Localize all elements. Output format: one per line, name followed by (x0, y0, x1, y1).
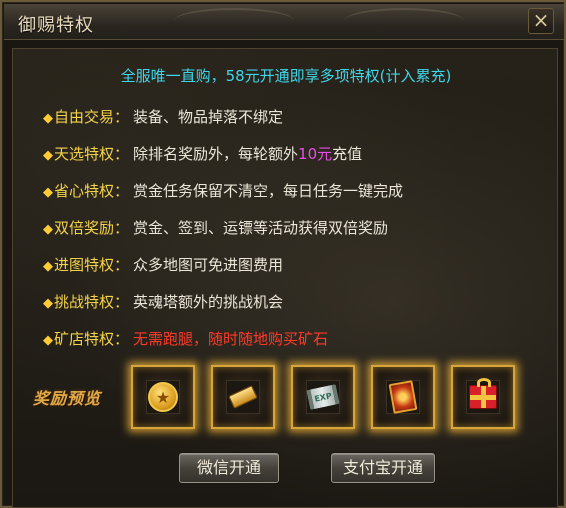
slot-frame (386, 380, 420, 414)
ornament-right (344, 8, 464, 34)
slot-frame: EXP (306, 380, 340, 414)
gift-box-icon (469, 378, 497, 409)
feature-desc: 除排名奖励外，每轮额外 (133, 145, 299, 163)
gold-coin-icon: ★ (148, 382, 178, 412)
feature-double-reward: ◆双倍奖励： 赏金、签到、运镖等活动获得双倍奖励 (43, 219, 389, 237)
reward-slot-card[interactable] (371, 365, 435, 429)
feature-desc: 众多地图可免进图费用 (133, 256, 284, 274)
feature-free-trade: ◆自由交易： 装备、物品掉落不绑定 (43, 108, 284, 126)
feature-desc: 装备、物品掉落不绑定 (133, 108, 284, 126)
feature-mine-shop: ◆矿店特权： 无需跑腿，随时随地购买矿石 (43, 330, 329, 348)
diamond-bullet-icon: ◆ (43, 222, 53, 237)
exp-scroll-icon: EXP (306, 384, 340, 410)
wechat-pay-button[interactable]: 微信开通 (179, 453, 279, 483)
feature-map-entry: ◆进图特权： 众多地图可免进图费用 (43, 256, 284, 274)
reward-preview-title: 奖励预览 (33, 389, 102, 408)
bonus-amount: 10元 (298, 145, 333, 163)
slot-frame: ★ (146, 380, 180, 414)
feature-label: 自由交易 (54, 108, 115, 126)
feature-desc: 赏金、签到、运镖等活动获得双倍奖励 (133, 219, 389, 237)
window-title: 御赐特权 (18, 15, 94, 36)
title-bar: 御赐特权 × (4, 4, 564, 40)
diamond-bullet-icon: ◆ (43, 333, 53, 348)
feature-label: 挑战特权 (54, 293, 115, 311)
privilege-window: 御赐特权 × 全服唯一直购，58元开通即享多项特权(计入累充) ◆自由交易： 装备… (0, 0, 566, 508)
close-button[interactable]: × (528, 8, 554, 34)
feature-label: 双倍奖励 (54, 219, 115, 237)
feature-desc-tail: 充值 (332, 145, 363, 163)
feature-challenge: ◆挑战特权： 英魂塔额外的挑战机会 (43, 293, 284, 311)
ornament-left (174, 8, 294, 34)
feature-desc: 无需跑腿，随时随地购买矿石 (133, 330, 329, 348)
feature-label: 天选特权 (54, 145, 115, 163)
headline: 全服唯一直购，58元开通即享多项特权(计入累充) (120, 67, 452, 85)
feature-label: 进图特权 (54, 256, 115, 274)
card-icon (388, 380, 418, 414)
close-icon: × (532, 8, 550, 32)
feature-label: 省心特权 (54, 182, 115, 200)
alipay-button[interactable]: 支付宝开通 (331, 453, 435, 483)
slot-frame (466, 378, 500, 414)
gift-bow (477, 378, 491, 387)
feature-chosen: ◆天选特权： 除排名奖励外，每轮额外10元充值 (43, 145, 363, 163)
feature-label: 矿店特权 (54, 330, 115, 348)
gold-bar-icon (228, 385, 258, 409)
feature-desc: 英魂塔额外的挑战机会 (133, 293, 284, 311)
reward-slot-gold-bar[interactable] (211, 365, 275, 429)
feature-convenience: ◆省心特权： 赏金任务保留不清空，每日任务一键完成 (43, 182, 404, 200)
feature-desc: 赏金任务保留不清空，每日任务一键完成 (133, 182, 404, 200)
diamond-bullet-icon: ◆ (43, 259, 53, 274)
diamond-bullet-icon: ◆ (43, 111, 53, 126)
content-panel: 全服唯一直购，58元开通即享多项特权(计入累充) ◆自由交易： 装备、物品掉落不绑… (12, 48, 558, 508)
reward-slot-gold-coin[interactable]: ★ (131, 365, 195, 429)
slot-frame (226, 380, 260, 414)
diamond-bullet-icon: ◆ (43, 296, 53, 311)
reward-slot-exp-scroll[interactable]: EXP (291, 365, 355, 429)
reward-slot-gift-box[interactable] (451, 365, 515, 429)
diamond-bullet-icon: ◆ (43, 185, 53, 200)
diamond-bullet-icon: ◆ (43, 148, 53, 163)
